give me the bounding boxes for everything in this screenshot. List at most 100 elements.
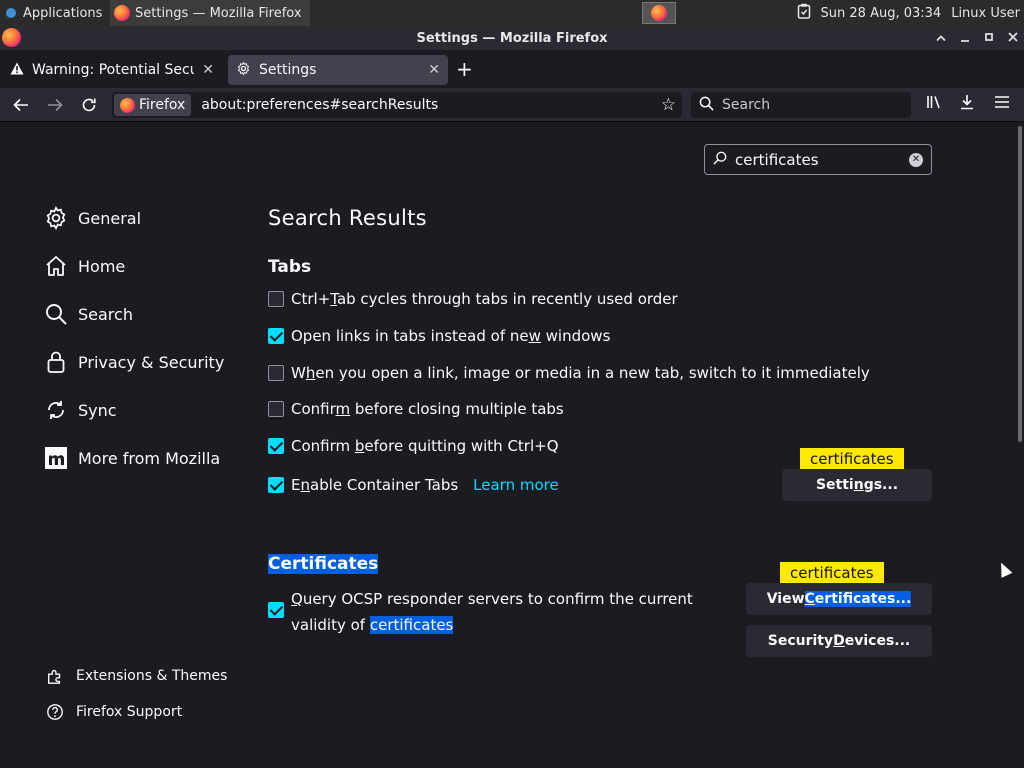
section-title-tabs: Tabs [268,257,312,277]
sidebar-item-more-from-mozilla[interactable]: More from Mozilla [44,443,220,473]
option-query-ocsp[interactable]: Query OCSP responder servers to confirm … [268,586,693,638]
close-tab-icon[interactable]: ✕ [202,62,214,78]
option-open-links-in-tabs[interactable]: Open links in tabs instead of new window… [268,327,610,345]
taskbar-window-label: Settings — Mozilla Firefox [135,5,302,21]
window-maximize-icon[interactable] [936,31,946,46]
sidebar-item-general[interactable]: General [44,203,141,233]
puzzle-icon [48,669,61,684]
sidebar-item-label: Sync [78,400,117,420]
gear-icon [46,206,66,230]
search-icon [699,96,714,115]
tab-strip: Warning: Potential Security Risk Ahead ✕… [0,50,1024,88]
clock[interactable]: Sun 28 Aug, 03:34 [821,6,942,21]
url-text[interactable]: about:preferences#searchResults [201,97,660,113]
support-label: Firefox Support [76,704,183,720]
find-value: certificates [735,150,819,169]
sidebar-item-label: Search [78,304,133,324]
checkbox[interactable] [268,401,284,417]
warning-icon [10,62,24,79]
sidebar-item-label: Home [78,256,126,276]
applications-menu[interactable]: Applications [0,0,108,26]
sidebar-item-search[interactable]: Search [44,299,133,329]
option-confirm-before-quitting[interactable]: Confirm before quitting with Ctrl+Q [268,437,559,455]
sidebar-item-label: More from Mozilla [78,448,221,468]
search-tooltip: certificates [800,448,904,475]
taskbar-window-button[interactable]: Settings — Mozilla Firefox [110,0,310,26]
sidebar-item-label: Privacy & Security [78,352,225,372]
checkbox[interactable] [268,365,284,381]
clear-search-icon[interactable]: ✕ [909,153,923,167]
option-label: Ctrl+Tab cycles through tabs in recently… [291,290,678,308]
checkbox[interactable] [268,291,284,307]
checkbox[interactable] [268,438,284,454]
tab-settings[interactable]: Settings ✕ [228,55,448,85]
close-tab-icon[interactable]: ✕ [428,62,440,78]
option-label: Confirm before quitting with Ctrl+Q [291,437,559,455]
sidebar-item-privacy[interactable]: Privacy & Security [44,347,224,377]
option-label: Open links in tabs instead of new window… [291,327,611,345]
tab-security-warning[interactable]: Warning: Potential Security Risk Ahead ✕ [2,55,222,85]
search-icon [46,304,67,325]
option-ctrl-tab-cycles[interactable]: Ctrl+Tab cycles through tabs in recently… [268,290,678,308]
option-confirm-close-multiple-tabs[interactable]: Confirm before closing multiple tabs [268,400,564,418]
applications-icon [4,6,18,20]
help-icon [47,704,63,720]
tab-label: Settings [259,62,317,78]
option-label: Enable Container Tabs [291,476,459,494]
option-label: Query OCSP responder servers to confirm … [291,590,693,634]
window-close-icon[interactable] [1008,31,1018,46]
window-titlebar: Settings — Mozilla Firefox [0,26,1024,50]
checkbox[interactable] [268,602,284,618]
forward-icon[interactable] [44,94,66,116]
search-placeholder: Search [722,97,771,113]
user-menu[interactable]: Linux User [951,6,1020,21]
view-certificates-button[interactable]: View Certificates... [746,583,932,615]
lock-icon [47,351,65,373]
new-tab-icon[interactable]: + [456,59,473,79]
firefox-icon [2,28,21,47]
identity-box[interactable]: Firefox [114,94,192,116]
window-restore-icon[interactable] [984,31,994,46]
sidebar-item-home[interactable]: Home [44,251,125,281]
reload-icon[interactable] [78,94,100,116]
scrollbar[interactable] [1018,126,1022,442]
learn-more-link[interactable]: Learn more [473,476,559,494]
security-devices-button[interactable]: Security Devices... [746,625,932,657]
preferences-page: certificates ✕ General Home Search Priva… [0,122,1024,768]
library-icon[interactable] [926,94,942,114]
window-title: Settings — Mozilla Firefox [416,30,608,46]
nav-toolbar: Firefox about:preferences#searchResults … [0,88,1024,122]
search-bar[interactable]: Search [691,92,911,118]
sidebar-item-label: General [78,208,142,228]
system-taskbar: Applications Settings — Mozilla Firefox … [0,0,1024,26]
option-switch-to-new-tab[interactable]: When you open a link, image or media in … [268,364,870,382]
extensions-themes-link[interactable]: Extensions & Themes [46,667,227,685]
window-minimize-icon[interactable] [960,31,970,46]
sync-icon [48,401,64,419]
url-bar[interactable]: Firefox about:preferences#searchResults … [112,92,682,118]
search-tooltip: certificates [780,562,884,589]
home-icon [46,256,66,276]
workspace-thumbnail[interactable] [642,2,676,24]
back-icon[interactable] [10,94,32,116]
bookmark-star-icon[interactable]: ☆ [661,95,676,115]
extensions-label: Extensions & Themes [76,668,228,684]
option-enable-container-tabs[interactable]: Enable Container Tabs Learn more [268,476,559,494]
section-title-certificates: Certificates [268,554,379,574]
firefox-icon [651,5,667,21]
menu-icon[interactable] [994,94,1010,113]
container-tabs-settings-button[interactable]: Setti n gs... [782,469,932,501]
sidebar-item-sync[interactable]: Sync [44,395,117,425]
identity-label: Firefox [139,97,186,113]
clipboard-icon[interactable] [797,3,811,23]
checkbox[interactable] [268,328,284,344]
firefox-support-link[interactable]: Firefox Support [46,703,182,721]
search-icon [713,151,727,169]
firefox-icon [120,97,135,113]
page-title: Search Results [268,206,427,230]
applications-label: Applications [23,5,103,21]
gear-icon [236,61,251,80]
downloads-icon[interactable] [959,94,975,114]
find-in-settings-input[interactable]: certificates ✕ [704,144,932,175]
checkbox[interactable] [268,477,284,493]
